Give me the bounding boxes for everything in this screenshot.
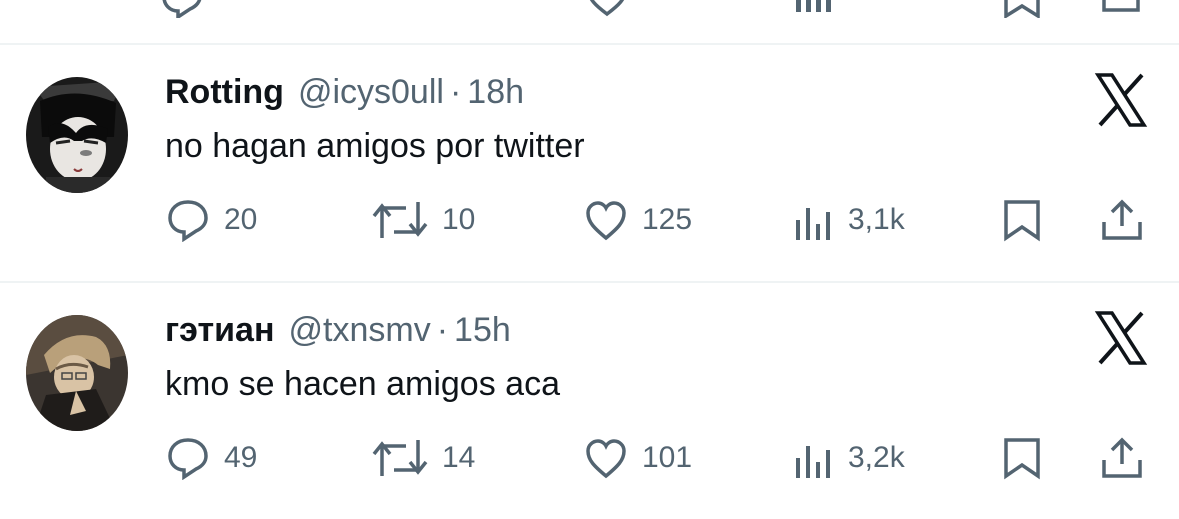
separator-dot: · — [449, 73, 462, 111]
bookmark-button[interactable] — [1002, 195, 1042, 245]
avatar[interactable] — [26, 77, 128, 193]
timestamp[interactable]: 15h — [454, 311, 511, 350]
reply-icon — [166, 198, 210, 242]
retweet-icon — [372, 198, 428, 242]
user-handle[interactable]: @txnsmv — [289, 311, 431, 350]
share-button[interactable] — [1100, 433, 1144, 483]
reply-count: 49 — [224, 441, 258, 474]
retweet-count: 10 — [442, 203, 476, 236]
bookmark-icon — [1002, 436, 1042, 480]
x-logo-icon[interactable] — [1094, 311, 1148, 365]
separator-dot: · — [436, 311, 449, 349]
x-logo-icon[interactable] — [1094, 73, 1148, 127]
like-button[interactable]: 101 — [584, 433, 692, 483]
retweet-count: 14 — [442, 441, 476, 474]
views-icon[interactable] — [792, 0, 836, 18]
retweet-button[interactable]: 14 — [372, 433, 475, 483]
bookmark-icon[interactable] — [1000, 0, 1044, 20]
tweet-item[interactable]: гэтиан @txnsmv · 15h kmo se hacen amigos… — [0, 283, 1179, 519]
views-count: 3,2k — [848, 441, 905, 474]
reply-button[interactable]: 49 — [166, 433, 257, 483]
views-icon — [794, 198, 834, 242]
heart-icon — [584, 436, 628, 480]
views-icon — [794, 436, 834, 480]
tweet-item[interactable]: Rotting @icys0ull · 18h no hagan amigos … — [0, 45, 1179, 281]
tweet-header: гэтиан @txnsmv · 15h — [165, 311, 511, 361]
tweet-header: Rotting @icys0ull · 18h — [165, 73, 524, 123]
like-count: 125 — [642, 203, 693, 236]
like-count: 101 — [642, 441, 693, 474]
views-button[interactable]: 3,2k — [794, 433, 905, 483]
tweet-text: kmo se hacen amigos aca — [165, 365, 560, 403]
views-button[interactable]: 3,1k — [794, 195, 905, 245]
display-name[interactable]: гэтиан — [165, 311, 275, 350]
retweet-icon — [372, 436, 428, 480]
heart-icon[interactable] — [585, 0, 629, 18]
retweet-button[interactable]: 10 — [372, 195, 475, 245]
share-icon — [1100, 436, 1144, 480]
reply-count: 20 — [224, 203, 258, 236]
views-count: 3,1k — [848, 203, 905, 236]
share-button[interactable] — [1100, 195, 1144, 245]
bookmark-icon — [1002, 198, 1042, 242]
user-handle[interactable]: @icys0ull — [298, 73, 444, 112]
share-icon — [1100, 198, 1144, 242]
reply-button[interactable]: 20 — [166, 195, 257, 245]
tweet-text: no hagan amigos por twitter — [165, 127, 585, 165]
share-icon[interactable] — [1100, 0, 1144, 18]
like-button[interactable]: 125 — [584, 195, 692, 245]
previous-tweet-actions — [0, 0, 1179, 44]
reply-icon — [166, 436, 210, 480]
timestamp[interactable]: 18h — [467, 73, 524, 112]
reply-icon[interactable] — [160, 0, 204, 21]
avatar[interactable] — [26, 315, 128, 431]
display-name[interactable]: Rotting — [165, 73, 284, 112]
heart-icon — [584, 198, 628, 242]
bookmark-button[interactable] — [1002, 433, 1042, 483]
